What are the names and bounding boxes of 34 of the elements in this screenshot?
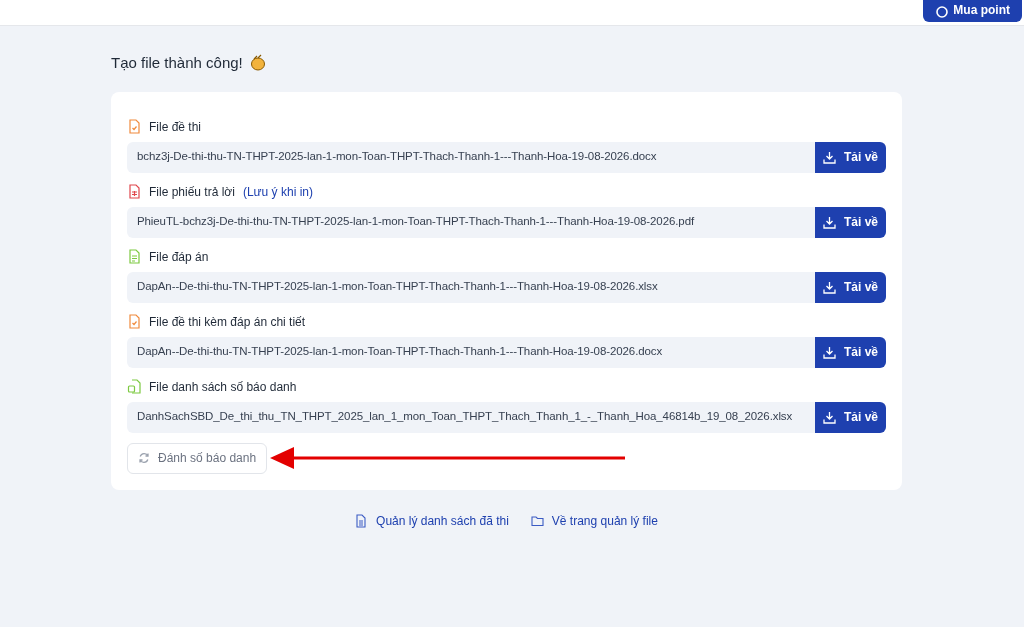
file-label: File đề thi kèm đáp án chi tiết (149, 313, 306, 331)
file-label: File đáp án (149, 248, 209, 266)
filename-field: DapAn--De-thi-thu-TN-THPT-2025-lan-1-mon-Toan-THPT-Thach-Thanh-1---Thanh-Hoa-19-08-2026.xlsx (127, 271, 815, 303)
download-icon (823, 345, 836, 359)
download-button[interactable]: Tải về (815, 336, 886, 368)
download-button[interactable]: Tải về (815, 271, 886, 303)
download-icon (823, 215, 836, 229)
filename-field: PhieuTL-bchz3j-De-thi-thu-TN-THPT-2025-lan-1-mon-Toan-THPT-Thach-Thanh-1---Thanh-Hoa-19-08-2026.pdf (127, 206, 815, 238)
refresh-icon (138, 452, 150, 464)
file-label: File phiếu trả lời (149, 183, 235, 201)
filename-field: DanhSachSBD_De_thi_thu_TN_THPT_2025_lan_1_mon_Toan_THPT_Thach_Thanh_1_-_Thanh_Hoa_46814b_19_08_2026.xlsx (127, 401, 815, 433)
download-icon (823, 150, 836, 164)
buy-point-button[interactable]: Mua point (923, 0, 1022, 22)
file-icon (127, 249, 141, 264)
page-title: Tạo file thành công! (111, 53, 243, 73)
folder-icon (530, 513, 544, 528)
file-icon (127, 379, 141, 394)
download-icon (823, 410, 836, 424)
filename-field: DapAn--De-thi-thu-TN-THPT-2025-lan-1-mon-Toan-THPT-Thach-Thanh-1---Thanh-Hoa-19-08-2026.docx (127, 336, 815, 368)
file-icon (127, 314, 141, 329)
download-icon (823, 280, 836, 294)
filename-field: bchz3j-De-thi-thu-TN-THPT-2025-lan-1-mon-Toan-THPT-Thach-Thanh-1---Thanh-Hoa-19-08-2026.docx (127, 141, 815, 173)
download-button[interactable]: Tải về (815, 206, 886, 238)
download-button[interactable]: Tải về (815, 401, 886, 433)
file-label: File danh sách số báo danh (149, 378, 297, 396)
file-label: File đề thi (149, 118, 202, 136)
number-students-button[interactable]: Đánh số báo danh (127, 442, 268, 474)
download-button[interactable]: Tải về (815, 141, 886, 173)
print-note-link[interactable]: (Lưu ý khi in) (242, 182, 313, 201)
document-icon (355, 513, 369, 528)
footer-link[interactable]: Về trang quản lý file (530, 511, 658, 530)
file-icon (127, 119, 141, 134)
footer-link[interactable]: Quản lý danh sách đã thi (355, 511, 509, 530)
file-icon (127, 184, 141, 199)
